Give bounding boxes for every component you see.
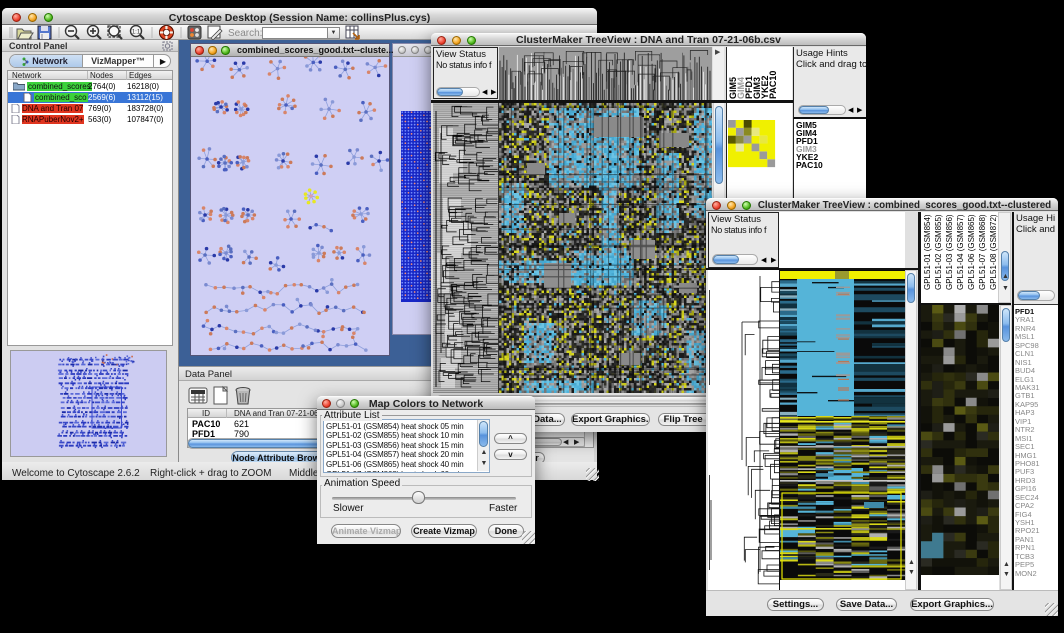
svg-text:Search:: Search:: [228, 28, 262, 39]
svg-text:1:1: 1:1: [132, 30, 141, 36]
